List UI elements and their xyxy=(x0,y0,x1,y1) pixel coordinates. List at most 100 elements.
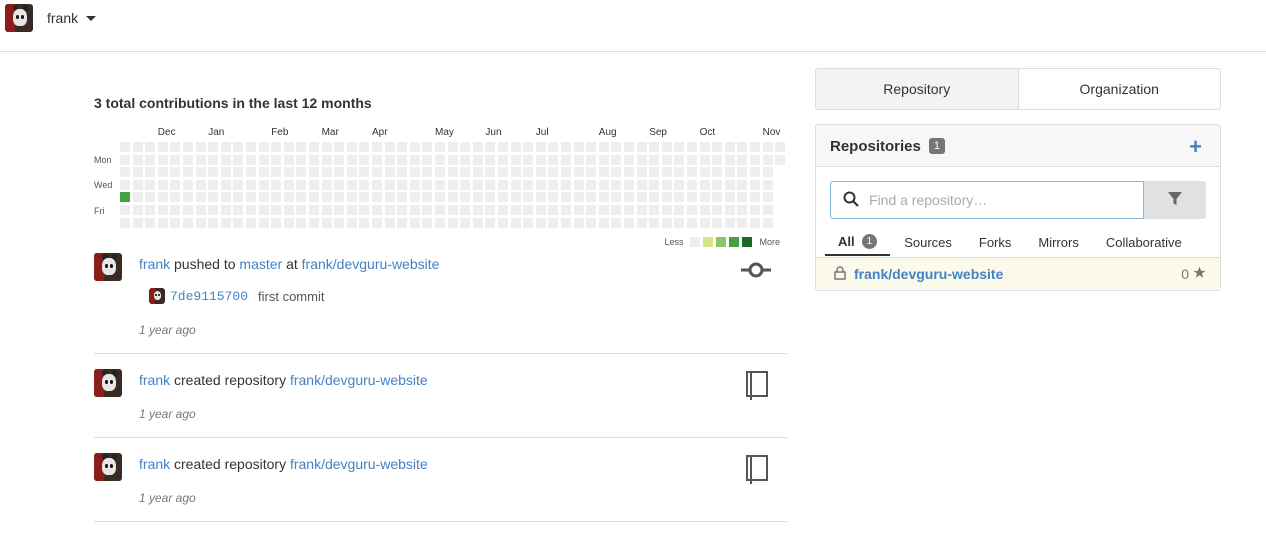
repo-link[interactable]: frank/devguru-website xyxy=(290,456,428,472)
heatmap-cell xyxy=(598,154,609,165)
heatmap-cell xyxy=(460,142,471,152)
repo-link[interactable]: frank/devguru-website xyxy=(302,256,440,272)
heatmap-cell xyxy=(157,217,168,228)
heatmap-cell xyxy=(485,167,496,178)
heatmap-cell xyxy=(120,142,130,152)
legend-more-label: More xyxy=(759,237,780,247)
heatmap-cell xyxy=(586,192,597,203)
heatmap-cell xyxy=(309,167,319,178)
contribution-heatmap: Dec Jan Feb Mar Apr May Jun Jul Aug Sep Oct Nov Mon… xyxy=(90,125,790,250)
heatmap-cell xyxy=(712,205,723,215)
repositories-panel: Repositories 1 + All 1 Sources Forks Mirro… xyxy=(815,124,1221,291)
heatmap-cell xyxy=(435,142,445,152)
filter-tab-forks[interactable]: Forks xyxy=(979,229,1012,256)
heatmap-cell xyxy=(724,192,735,203)
heatmap-cell xyxy=(233,205,244,215)
heatmap-cell xyxy=(510,192,521,203)
user-link[interactable]: frank xyxy=(139,256,170,272)
heatmap-cell xyxy=(750,192,760,203)
filter-tab-collaborative[interactable]: Collaborative xyxy=(1106,229,1182,256)
filter-tab-sources[interactable]: Sources xyxy=(904,229,952,256)
heatmap-cell xyxy=(498,154,508,165)
heatmap-cell xyxy=(762,167,773,178)
heatmap-cell xyxy=(624,205,634,215)
filter-tab-mirrors[interactable]: Mirrors xyxy=(1038,229,1078,256)
heatmap-cell xyxy=(321,205,332,215)
heatmap-cell xyxy=(598,192,609,203)
heatmap-cell xyxy=(548,154,559,165)
heatmap-cell xyxy=(334,154,345,165)
caret-down-icon xyxy=(86,15,97,21)
heatmap-cell xyxy=(283,167,294,178)
heatmap-cell xyxy=(220,217,231,228)
heatmap-cell xyxy=(132,142,143,152)
heatmap-cell xyxy=(422,142,433,152)
filter-count-badge: 1 xyxy=(861,234,878,249)
avatar[interactable] xyxy=(94,253,122,281)
user-menu-dropdown[interactable]: frank xyxy=(47,10,97,26)
heatmap-cell xyxy=(460,154,471,165)
heatmap-cell xyxy=(145,167,156,178)
heatmap-cell xyxy=(636,154,647,165)
heatmap-cell xyxy=(372,205,382,215)
heatmap-cell xyxy=(170,167,181,178)
user-link[interactable]: frank xyxy=(139,456,170,472)
heatmap-cell xyxy=(195,205,206,215)
heatmap-cell xyxy=(233,167,244,178)
heatmap-cell xyxy=(712,154,723,165)
commit-sha-link[interactable]: 7de9115700 xyxy=(170,289,248,304)
filter-button[interactable] xyxy=(1144,181,1206,219)
heatmap-cell xyxy=(687,205,697,215)
avatar[interactable] xyxy=(94,453,122,481)
repo-list-item[interactable]: frank/devguru-website 0 xyxy=(816,257,1220,290)
add-repository-icon[interactable]: + xyxy=(1189,134,1202,160)
heatmap-cell xyxy=(422,205,433,215)
heatmap-cell xyxy=(397,217,408,228)
heatmap-cell xyxy=(309,192,319,203)
heatmap-cell xyxy=(422,154,433,165)
heatmap-cell xyxy=(346,217,357,228)
heatmap-cell xyxy=(472,192,483,203)
heatmap-cell xyxy=(762,179,773,190)
heatmap-cell xyxy=(674,192,685,203)
heatmap-cell xyxy=(435,205,445,215)
branch-link[interactable]: master xyxy=(239,256,282,272)
avatar[interactable] xyxy=(94,369,122,397)
heatmap-cell xyxy=(535,192,546,203)
heatmap-cell xyxy=(460,205,471,215)
heatmap-cell xyxy=(435,192,445,203)
heatmap-cell xyxy=(661,217,672,228)
heatmap-cell xyxy=(548,179,559,190)
heatmap-cell xyxy=(132,154,143,165)
repo-name-link[interactable]: frank/devguru-website xyxy=(854,266,1003,282)
tab-repository[interactable]: Repository xyxy=(816,69,1019,109)
filter-tab-all[interactable]: All 1 xyxy=(825,229,891,256)
heatmap-cell xyxy=(145,217,156,228)
heatmap-cell xyxy=(296,179,307,190)
repo-link[interactable]: frank/devguru-website xyxy=(290,372,428,388)
user-avatar[interactable] xyxy=(5,4,33,32)
tab-organization[interactable]: Organization xyxy=(1019,69,1221,109)
heatmap-cell xyxy=(611,154,622,165)
heatmap-cell xyxy=(384,154,395,165)
heatmap-cell xyxy=(170,142,181,152)
search-input[interactable] xyxy=(869,192,1129,208)
heatmap-cell xyxy=(246,205,256,215)
heatmap-cell xyxy=(750,167,760,178)
heatmap-cell xyxy=(258,205,269,215)
user-link[interactable]: frank xyxy=(139,372,170,388)
heatmap-cell xyxy=(334,192,345,203)
heatmap-cell xyxy=(699,142,710,152)
heatmap-cell xyxy=(510,142,521,152)
heatmap-cell xyxy=(750,142,760,152)
heatmap-cell xyxy=(535,205,546,215)
heatmap-cell xyxy=(636,192,647,203)
heatmap-cell xyxy=(422,179,433,190)
heatmap-cell xyxy=(120,217,130,228)
month-label: Oct xyxy=(699,127,716,138)
feed-item: frank created repository frank/devguru-w… xyxy=(94,438,787,522)
heatmap-cell xyxy=(397,192,408,203)
heatmap-cell xyxy=(157,154,168,165)
feed-text: frank created repository frank/devguru-w… xyxy=(139,456,428,472)
search-field[interactable] xyxy=(830,181,1144,219)
